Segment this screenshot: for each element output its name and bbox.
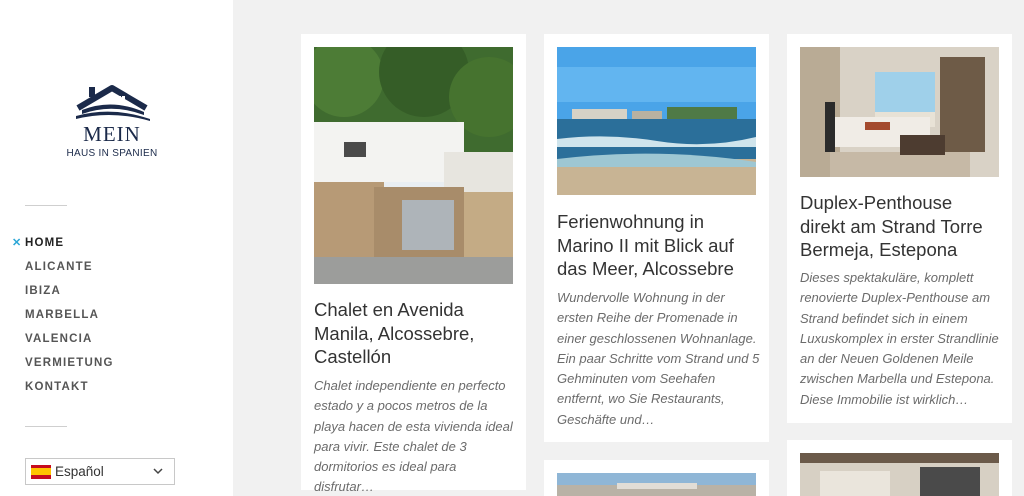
house-logo-icon [76,85,150,121]
post-card [544,460,769,496]
main-nav: ✕ HOME ALICANTE IBIZA MARBELLA VALENCIA … [12,236,114,404]
site-logo[interactable]: MEIN HAUS IN SPANIEN [60,84,164,159]
nav-item-kontakt[interactable]: KONTAKT [25,380,114,404]
post-excerpt: Wundervolle Wohnung in der ersten Reihe … [557,290,760,427]
logo-tagline: HAUS IN SPANIEN [66,148,158,159]
post-title[interactable]: Duplex-Penthouse direkt am Strand Torre … [800,191,999,262]
chevron-down-icon [153,468,163,475]
nav-item-label: ALICANTE [25,261,93,273]
nav-item-label: IBIZA [25,285,62,297]
post-title[interactable]: Chalet en Avenida Manila, Alcossebre, Ca… [314,298,513,369]
post-excerpt: Chalet independiente en perfecto estado … [314,378,513,495]
nav-item-valencia[interactable]: VALENCIA [25,332,114,356]
post-card: Duplex-Penthouse direkt am Strand Torre … [787,34,1012,423]
nav-item-vermietung[interactable]: VERMIETUNG [25,356,114,380]
nav-item-alicante[interactable]: ALICANTE [25,260,114,284]
post-title[interactable]: Ferienwohnung in Marino II mit Blick auf… [557,210,756,281]
post-image[interactable] [557,473,756,496]
nav-item-label: MARBELLA [25,309,100,321]
sidebar-divider [25,205,67,206]
nav-item-label: HOME [25,237,65,249]
nav-item-home[interactable]: ✕ HOME [12,236,114,260]
nav-item-label: VERMIETUNG [25,357,114,369]
nav-item-ibiza[interactable]: IBIZA [25,284,114,308]
language-selected-label: Español [55,464,104,479]
active-marker-icon: ✕ [12,237,23,249]
post-image[interactable] [314,47,513,284]
post-card [787,440,1012,496]
nav-item-marbella[interactable]: MARBELLA [25,308,114,332]
post-image[interactable] [800,453,999,496]
sidebar: MEIN HAUS IN SPANIEN ✕ HOME ALICANTE IBI… [0,0,233,496]
nav-item-label: KONTAKT [25,381,89,393]
logo-wordmark: MEIN [83,122,141,146]
sidebar-divider [25,426,67,427]
language-select[interactable]: Español [25,458,175,485]
post-image[interactable] [800,47,999,177]
post-card: Ferienwohnung in Marino II mit Blick auf… [544,34,769,442]
post-image[interactable] [557,47,756,195]
post-card: Chalet en Avenida Manila, Alcossebre, Ca… [301,34,526,494]
nav-item-label: VALENCIA [25,333,93,345]
post-excerpt: Dieses spektakuläre, komplett renovierte… [800,270,999,407]
spain-flag-icon [31,464,51,479]
